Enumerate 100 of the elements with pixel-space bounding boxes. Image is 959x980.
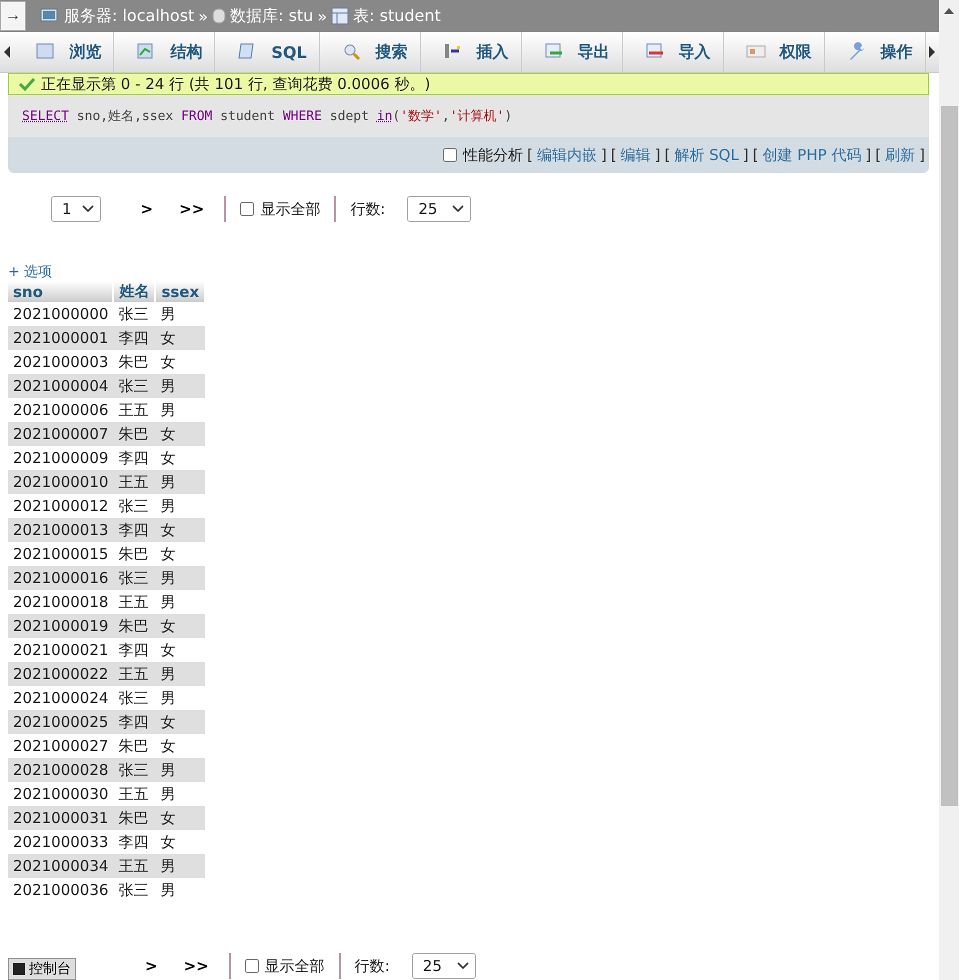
- table-cell: 李四: [113, 830, 156, 854]
- menu-tab[interactable]: 导出: [522, 32, 623, 72]
- table-cell: 女: [155, 638, 206, 662]
- table-cell: 2021000013: [8, 518, 114, 542]
- table-cell: 李四: [113, 518, 156, 542]
- table-cell: 朱巴: [113, 350, 156, 374]
- caret-left-icon: [2, 45, 11, 59]
- menu-tab[interactable]: 权限: [724, 32, 825, 72]
- console-button[interactable]: 控制台: [8, 958, 76, 980]
- menu-tab[interactable]: 插入: [420, 32, 522, 72]
- table-cell: 女: [155, 806, 206, 830]
- profiling-checkbox[interactable]: [443, 148, 458, 162]
- menu-tab[interactable]: 结构: [114, 32, 216, 72]
- query-action-link[interactable]: 创建 PHP 代码: [762, 146, 862, 164]
- breadcrumb-separator: »: [317, 6, 328, 26]
- next-page-link[interactable]: >: [139, 957, 164, 975]
- show-all-label: 显示全部: [264, 956, 325, 976]
- table-cell: 2021000027: [8, 734, 114, 758]
- table-cell: 女: [155, 710, 206, 734]
- table-cell: 王五: [113, 662, 156, 686]
- table-cell: 2021000006: [8, 398, 114, 422]
- options-link[interactable]: + 选项: [8, 263, 929, 281]
- chevron-icon: [82, 205, 94, 213]
- bracket: ]: [919, 146, 925, 164]
- show-all-checkbox[interactable]: [244, 959, 259, 973]
- bracket: ]: [654, 146, 660, 164]
- table-cell: 2021000034: [8, 854, 114, 878]
- table-cell: 2021000004: [8, 374, 114, 398]
- navigation-toggle[interactable]: →: [0, 1, 26, 31]
- table-cell: 2021000022: [8, 662, 114, 686]
- last-page-link[interactable]: >>: [178, 957, 215, 975]
- table-cell: 男: [155, 398, 206, 422]
- table-cell: 女: [155, 350, 206, 374]
- chevron-icon: [452, 205, 464, 213]
- column-header[interactable]: ssex: [155, 281, 206, 302]
- table-cell: 男: [155, 470, 206, 494]
- bracket: [: [664, 146, 670, 164]
- table-cell: 2021000003: [8, 350, 114, 374]
- table-cell: 张三: [113, 758, 156, 782]
- table-icon: [331, 7, 350, 25]
- menu-tab[interactable]: 浏览: [13, 32, 114, 72]
- query-action-link[interactable]: 编辑: [620, 146, 651, 164]
- table-cell: 2021000028: [8, 758, 114, 782]
- table-cell: 朱巴: [113, 734, 156, 758]
- breadcrumb-link[interactable]: 服务器: localhost: [64, 6, 194, 26]
- table-cell: 2021000007: [8, 422, 114, 446]
- table-cell: 2021000015: [8, 542, 114, 566]
- table-cell: 2021000010: [8, 470, 114, 494]
- table-cell: 2021000000: [8, 302, 114, 326]
- table-cell: 女: [155, 326, 206, 350]
- breadcrumb-link[interactable]: 表: student: [353, 6, 441, 26]
- column-header[interactable]: 姓名: [113, 281, 156, 302]
- query-action-link[interactable]: 解析 SQL: [674, 146, 739, 164]
- table-cell: 2021000018: [8, 590, 114, 614]
- rows-select[interactable]: 25: [407, 196, 472, 222]
- sql-query: SELECT sno,姓名,ssex FROM student WHERE sdept in('数学','计算机'): [8, 95, 929, 137]
- table-cell: 2021000019: [8, 614, 114, 638]
- scrollbar-thumb[interactable]: [940, 106, 958, 806]
- menu-tab[interactable]: 导入: [622, 32, 724, 72]
- table-cell: 李四: [113, 638, 156, 662]
- table-cell: 男: [155, 854, 206, 878]
- table-cell: 2021000024: [8, 686, 114, 710]
- bracket: [: [527, 146, 533, 164]
- table-cell: 王五: [113, 854, 156, 878]
- table-cell: 王五: [113, 398, 156, 422]
- next-page-link[interactable]: >: [134, 200, 160, 218]
- table-cell: 男: [155, 686, 206, 710]
- chevron-icon: [456, 962, 469, 970]
- bracket: ]: [865, 146, 872, 164]
- query-action-link[interactable]: 编辑内嵌: [536, 146, 597, 164]
- table-cell: 李四: [113, 326, 156, 350]
- table-cell: 男: [155, 374, 206, 398]
- table-cell: 男: [155, 758, 206, 782]
- page-select[interactable]: 1: [51, 196, 101, 222]
- table-cell: 男: [155, 302, 206, 326]
- table-cell: 2021000001: [8, 326, 114, 350]
- table-cell: 张三: [113, 374, 156, 398]
- rows-label: 行数:: [350, 200, 386, 218]
- menu-tab[interactable]: SQL: [215, 32, 320, 72]
- table-cell: 王五: [113, 590, 156, 614]
- breadcrumb-link[interactable]: 数据库: stu: [230, 6, 314, 26]
- menu-tab[interactable]: 搜索: [320, 32, 421, 72]
- table-cell: 女: [155, 446, 206, 470]
- column-header[interactable]: sno: [8, 281, 114, 302]
- rows-select[interactable]: 25: [412, 953, 476, 979]
- table-cell: 男: [155, 782, 206, 806]
- table-cell: 男: [155, 662, 206, 686]
- search-icon: [342, 42, 362, 62]
- table-cell: 张三: [113, 686, 156, 710]
- scroll-up-icon[interactable]: [944, 8, 954, 14]
- table-cell: 2021000031: [8, 806, 114, 830]
- last-page-link[interactable]: >>: [173, 200, 210, 218]
- database-icon: [212, 7, 226, 25]
- bracket: [: [752, 146, 759, 164]
- menu-tab[interactable]: 操作: [824, 32, 926, 72]
- query-action-link[interactable]: 刷新: [885, 146, 916, 164]
- table-cell: 女: [155, 518, 206, 542]
- table-cell: 李四: [113, 446, 156, 470]
- profiling-label: 性能分析: [463, 146, 524, 164]
- show-all-checkbox[interactable]: [240, 202, 254, 216]
